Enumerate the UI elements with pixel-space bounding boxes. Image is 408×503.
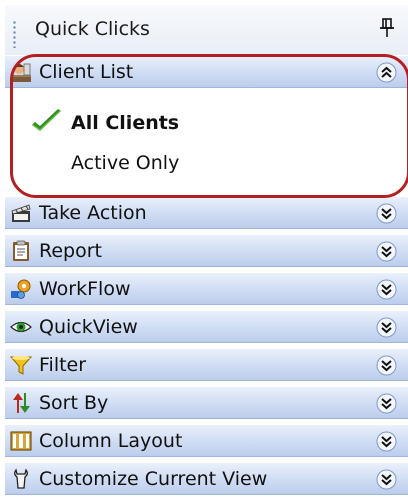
expand-chevron-icon[interactable] (376, 279, 397, 300)
eye-icon (10, 321, 32, 333)
clapperboard-icon (11, 204, 31, 222)
section-customize-current-view[interactable]: Customize Current View (5, 462, 408, 495)
section-quickview[interactable]: QuickView (5, 310, 408, 343)
section-client-list[interactable]: Client List (5, 55, 408, 88)
section-column-layout[interactable]: Column Layout (5, 424, 408, 457)
section-label: WorkFlow (39, 278, 131, 300)
section-label: Report (39, 240, 102, 262)
quick-clicks-panel: Quick Clicks Client List All Clients Act… (5, 5, 408, 503)
list-item-label: Active Only (71, 152, 180, 174)
grip-handle-icon[interactable] (13, 20, 16, 48)
section-take-action[interactable]: Take Action (5, 196, 408, 229)
section-workflow[interactable]: WorkFlow (5, 272, 408, 305)
funnel-icon (10, 356, 32, 375)
expand-chevron-icon[interactable] (376, 393, 397, 414)
section-label: Filter (39, 354, 87, 376)
list-item-active-only[interactable]: Active Only (5, 145, 408, 179)
list-item-label: All Clients (71, 112, 180, 134)
section-label: Take Action (39, 202, 147, 224)
section-label: QuickView (39, 316, 138, 338)
list-item-all-clients[interactable]: All Clients (5, 105, 408, 139)
report-icon (13, 240, 29, 261)
section-report[interactable]: Report (5, 234, 408, 267)
pin-icon[interactable] (379, 18, 395, 38)
section-sort-by[interactable]: Sort By (5, 386, 408, 419)
expand-chevron-icon[interactable] (376, 355, 397, 376)
collapse-chevron-icon[interactable] (376, 62, 397, 83)
check-mark-icon (32, 109, 61, 131)
workflow-icon (11, 279, 31, 299)
client-list-body: All Clients Active Only (5, 92, 408, 196)
expand-chevron-icon[interactable] (376, 241, 397, 262)
section-label: Customize Current View (39, 468, 268, 490)
section-label: Sort By (39, 392, 109, 414)
section-label: Client List (39, 61, 134, 83)
expand-chevron-icon[interactable] (376, 317, 397, 338)
client-list-icon (11, 63, 31, 82)
sort-arrows-icon (13, 393, 30, 413)
expand-chevron-icon[interactable] (376, 203, 397, 224)
panel-title: Quick Clicks (35, 18, 150, 40)
panel-title-bar[interactable]: Quick Clicks (5, 5, 408, 55)
expand-chevron-icon[interactable] (376, 431, 397, 452)
wrench-icon (14, 468, 28, 489)
expand-chevron-icon[interactable] (376, 469, 397, 490)
section-label: Column Layout (39, 430, 183, 452)
columns-icon (10, 431, 32, 451)
section-filter[interactable]: Filter (5, 348, 408, 381)
